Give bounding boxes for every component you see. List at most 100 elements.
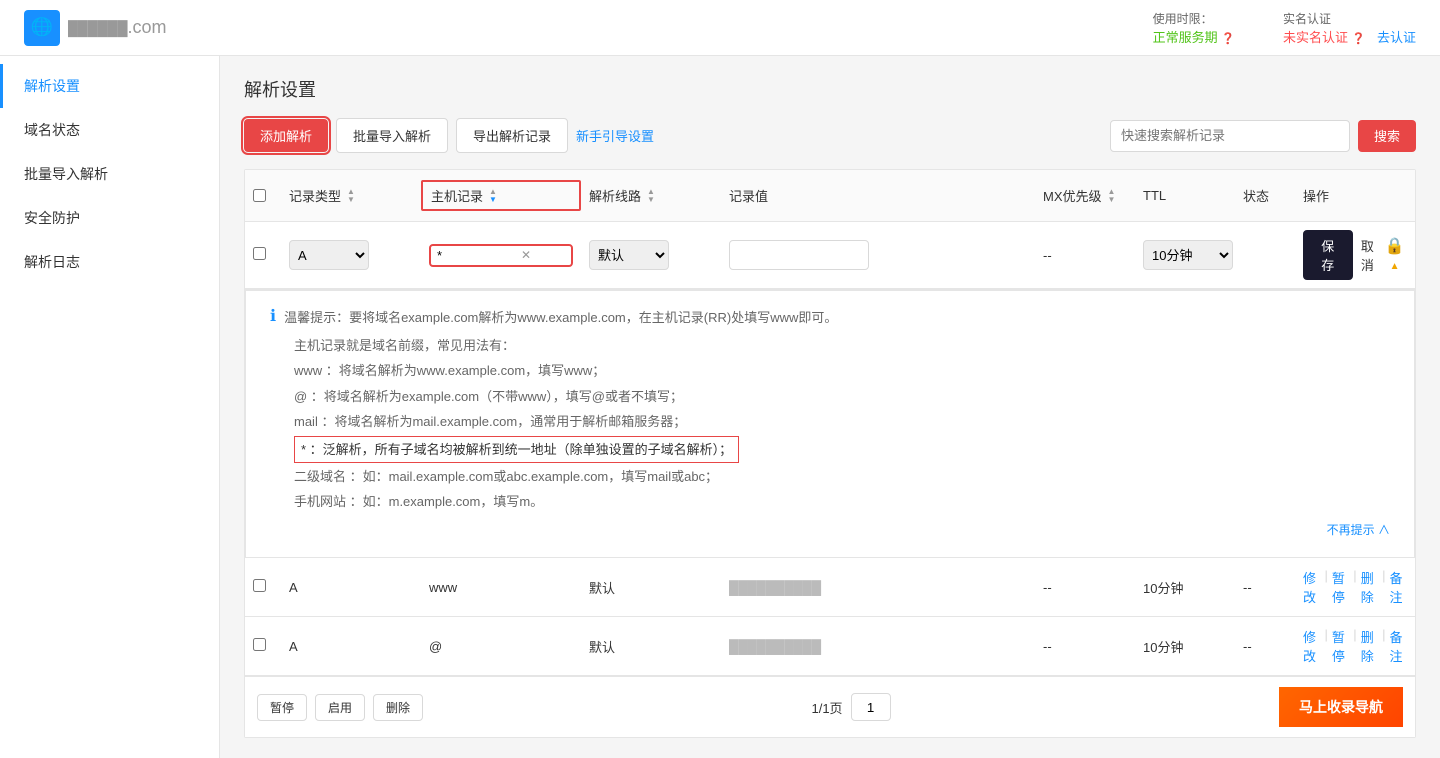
logo: 🌐 ██████.com [24, 10, 167, 46]
add-row-line-cell: 默认 电信 联通 移动 [581, 240, 721, 270]
table-footer: 暂停 启用 删除 1/1页 马上收录导航 [245, 676, 1415, 737]
hint-mobile: 手机网站 ：如：m.example.com，填写m。 [294, 490, 1390, 513]
host-sort-icon: ▲▼ [489, 188, 497, 204]
row1-delete-link[interactable]: 删除 [1361, 568, 1378, 606]
batch-actions: 暂停 启用 删除 [257, 694, 423, 721]
page-title: 解析设置 [244, 76, 1416, 102]
record-type-select[interactable]: A CNAME MX TXT NS AAAA [289, 240, 369, 270]
batch-enable-button[interactable]: 启用 [315, 694, 365, 721]
hint-subtitle: 主机记录就是域名前缀，常见用法有： [294, 334, 1390, 357]
hint-wildcard-highlight: * ：泛解析，所有子域名均被解析到统一地址（除单独设置的子域名解析）； [294, 436, 739, 463]
row2-checkbox [245, 638, 281, 654]
row1-status: -- [1235, 580, 1295, 595]
info-icon: ℹ [270, 306, 276, 326]
sidebar: 解析设置 域名状态 批量导入解析 安全防护 解析日志 [0, 56, 220, 758]
row1-host: www [421, 580, 581, 595]
row1-pause-link[interactable]: 暂停 [1332, 568, 1349, 606]
row2-value: ██████████ [721, 639, 1035, 654]
add-row-mx-cell: -- [1035, 248, 1135, 263]
add-row-value-cell [721, 240, 1035, 270]
table-row: A @ 默认 ██████████ -- 10分钟 -- 修改 | 暂停 | 删… [245, 617, 1415, 676]
service-hint: ❓ [1221, 33, 1235, 45]
row2-host: @ [421, 639, 581, 654]
verify-link[interactable]: 去认证 [1377, 30, 1416, 45]
table-row: A www 默认 ██████████ -- 10分钟 -- 修改 | 暂停 |… [245, 558, 1415, 617]
no-tip-button[interactable]: 不再提示 ∧ [1327, 520, 1390, 542]
row1-checkbox [245, 579, 281, 595]
hint-tip-text: 温馨提示：要将域名example.com解析为www.example.com，在… [284, 307, 837, 326]
col-status: 状态 [1235, 186, 1295, 205]
sidebar-item-batch[interactable]: 批量导入解析 [0, 152, 219, 196]
guide-button[interactable]: 新手引导设置 [576, 126, 654, 145]
watermark-banner: 马上收录导航 [1279, 687, 1403, 727]
add-record-button[interactable]: 添加解析 [244, 119, 328, 152]
ttl-select[interactable]: 10分钟 30分钟 1小时 12小时 [1143, 240, 1233, 270]
host-record-input[interactable] [437, 248, 517, 263]
hint-subdomain: 二级域名 ：如：mail.example.com或abc.example.com… [294, 465, 1390, 488]
row2-select-checkbox[interactable] [253, 638, 266, 651]
col-type: 记录类型 ▲▼ [281, 186, 421, 205]
row2-ttl: 10分钟 [1135, 637, 1235, 656]
save-record-button[interactable]: 保存 [1303, 230, 1353, 280]
domain-text: ██████.com [68, 17, 167, 38]
verify-status: 未实名认证 [1283, 30, 1348, 45]
row1-edit-link[interactable]: 修改 [1303, 568, 1320, 606]
col-value: 记录值 [721, 186, 1035, 205]
add-row-checkbox-cell [245, 247, 281, 263]
service-status: 正常服务期 [1153, 30, 1218, 45]
pagination: 1/1页 [811, 693, 890, 721]
hint-mail: mail ：将域名解析为mail.example.com，通常用于解析邮箱服务器… [294, 410, 1390, 433]
add-row-checkbox[interactable] [253, 247, 266, 260]
search-input[interactable] [1110, 120, 1350, 152]
header: 🌐 ██████.com 使用时限： 正常服务期 ❓ 实名认证 未实名认证 ❓ … [0, 0, 1440, 56]
row1-ttl: 10分钟 [1135, 578, 1235, 597]
select-all-checkbox[interactable] [253, 189, 266, 202]
host-clear-icon[interactable]: ✕ [521, 248, 531, 262]
add-row-ttl-cell: 10分钟 30分钟 1小时 12小时 [1135, 240, 1235, 270]
col-host: 主机记录 ▲▼ [421, 180, 581, 211]
add-row-actions-cell: 保存 取消 🔒▲ [1295, 230, 1415, 280]
mx-sort-icon: ▲▼ [1108, 188, 1116, 204]
header-info: 使用时限： 正常服务期 ❓ 实名认证 未实名认证 ❓ 去认证 [1153, 10, 1416, 46]
hint-www: www ：将域名解析为www.example.com，填写www； [294, 359, 1390, 382]
batch-import-button[interactable]: 批量导入解析 [336, 118, 448, 153]
dns-table: 记录类型 ▲▼ 主机记录 ▲▼ 解析线路 ▲▼ 记录值 MX优先级 ▲▼ [244, 169, 1416, 738]
col-ttl: TTL [1135, 188, 1235, 203]
table-header: 记录类型 ▲▼ 主机记录 ▲▼ 解析线路 ▲▼ 记录值 MX优先级 ▲▼ [245, 170, 1415, 222]
sidebar-item-dns[interactable]: 解析设置 [0, 64, 219, 108]
sidebar-item-log[interactable]: 解析日志 [0, 240, 219, 284]
batch-pause-button[interactable]: 暂停 [257, 694, 307, 721]
row1-value: ██████████ [721, 580, 1035, 595]
hint-at: @ ：将域名解析为example.com（不带www），填写@或者不填写； [294, 385, 1390, 408]
main-layout: 解析设置 域名状态 批量导入解析 安全防护 解析日志 解析设置 添加解析 批量导… [0, 56, 1440, 758]
page-jump-input[interactable] [851, 693, 891, 721]
search-button[interactable]: 搜索 [1358, 120, 1416, 152]
lock-icon-button[interactable]: 🔒▲ [1382, 236, 1407, 274]
col-line: 解析线路 ▲▼ [581, 186, 721, 205]
line-select[interactable]: 默认 电信 联通 移动 [589, 240, 669, 270]
line-sort-icon: ▲▼ [647, 188, 655, 204]
host-input-wrap: ✕ [429, 244, 573, 267]
add-record-row: A CNAME MX TXT NS AAAA ✕ [245, 222, 1415, 290]
hint-box: ℹ 温馨提示：要将域名example.com解析为www.example.com… [245, 290, 1415, 558]
export-button[interactable]: 导出解析记录 [456, 118, 568, 153]
hint-content: 主机记录就是域名前缀，常见用法有： www ：将域名解析为www.example… [270, 334, 1390, 541]
real-name-verify: 实名认证 未实名认证 ❓ 去认证 [1283, 10, 1416, 46]
row1-note-link[interactable]: 备注 [1390, 568, 1407, 606]
row1-line: 默认 [581, 578, 721, 597]
main-content: 解析设置 添加解析 批量导入解析 导出解析记录 新手引导设置 搜索 记录类型 ▲… [220, 56, 1440, 758]
add-row-type-cell: A CNAME MX TXT NS AAAA [281, 240, 421, 270]
col-checkbox [245, 189, 281, 202]
page-info: 1/1页 [811, 698, 842, 717]
row1-select-checkbox[interactable] [253, 579, 266, 592]
row2-status: -- [1235, 639, 1295, 654]
row1-mx: -- [1035, 580, 1135, 595]
cancel-record-button[interactable]: 取消 [1357, 236, 1379, 274]
record-value-input[interactable] [729, 240, 869, 270]
hint-wildcard: * ：泛解析，所有子域名均被解析到统一地址（除单独设置的子域名解析）； [294, 436, 1390, 463]
sidebar-item-security[interactable]: 安全防护 [0, 196, 219, 240]
batch-delete-button[interactable]: 删除 [373, 694, 423, 721]
sidebar-item-status[interactable]: 域名状态 [0, 108, 219, 152]
search-area: 搜索 [1110, 120, 1416, 152]
logo-icon: 🌐 [24, 10, 60, 46]
